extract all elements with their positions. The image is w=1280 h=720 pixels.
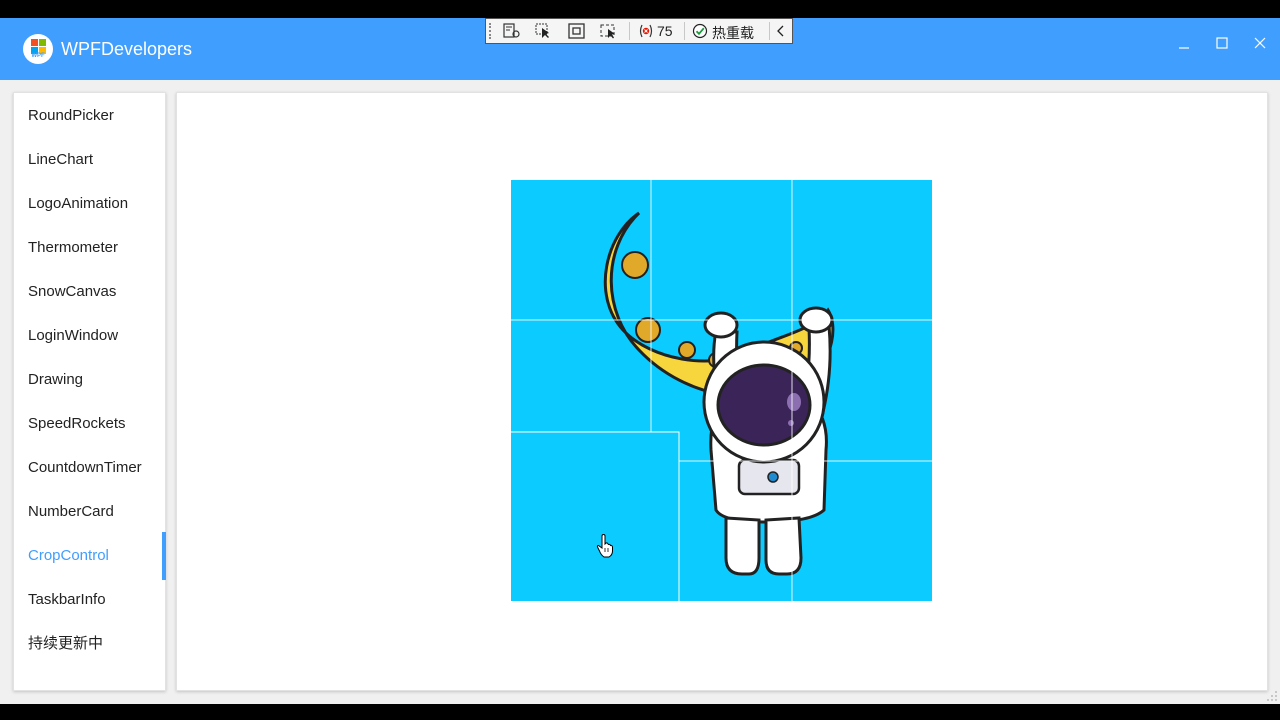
sidebar-item-label: NumberCard	[28, 503, 114, 520]
window-title: WPFDevelopers	[61, 39, 193, 59]
sidebar-item-taskbarinfo[interactable]: TaskbarInfo	[14, 580, 165, 620]
astronaut-leg	[764, 516, 803, 576]
sidebar-item-roundpicker[interactable]: RoundPicker	[14, 96, 165, 136]
close-button[interactable]	[1245, 32, 1275, 60]
hot-reload-check-icon	[692, 23, 708, 39]
close-icon	[1254, 37, 1266, 49]
sidebar-item-drawing[interactable]: Drawing	[14, 360, 165, 400]
control-light	[767, 471, 779, 483]
sidebar-item-label: SnowCanvas	[28, 283, 117, 300]
sidebar-item-label: SpeedRockets	[28, 415, 126, 432]
dragging-puzzle-tile[interactable]	[511, 431, 680, 601]
live-visual-tree-icon[interactable]	[503, 23, 521, 39]
sidebar-item-countdowntimer[interactable]: CountdownTimer	[14, 448, 165, 488]
binding-failure-count: 75	[657, 23, 673, 39]
content-panel	[176, 92, 1268, 691]
chevron-left-icon[interactable]	[775, 23, 787, 39]
visor-shine	[788, 420, 794, 426]
maximize-button[interactable]	[1207, 32, 1237, 60]
moon-crater	[678, 341, 696, 359]
app-window: WPF WPFDevelopers 75 热重载 RoundPicker Lin…	[0, 18, 1280, 704]
resize-grip-icon[interactable]	[1266, 690, 1278, 702]
sidebar-item-label: RoundPicker	[28, 107, 114, 124]
sidebar-item-thermometer[interactable]: Thermometer	[14, 228, 165, 268]
track-focus-icon[interactable]	[600, 23, 618, 39]
binding-failures-icon[interactable]	[638, 23, 654, 39]
sidebar-item-label: Thermometer	[28, 239, 119, 256]
sidebar-item-label: Drawing	[28, 371, 84, 388]
astronaut-glove	[703, 311, 739, 339]
wpf-logo-icon: WPF	[23, 34, 53, 64]
sidebar-item-numbercard[interactable]: NumberCard	[14, 492, 165, 532]
hand-cursor-icon	[596, 534, 613, 558]
moon-crater	[635, 317, 661, 343]
sidebar-item-label: LogoAnimation	[28, 195, 129, 212]
sidebar-item-label: TaskbarInfo	[28, 591, 106, 608]
sidebar-nav: RoundPicker LineChart LogoAnimation Thermom…	[13, 92, 166, 691]
astronaut-leg	[724, 516, 761, 576]
display-adorners-icon[interactable]	[568, 23, 586, 39]
sidebar-item-logoanimation[interactable]: LogoAnimation	[14, 184, 165, 224]
logo-text: WPF	[31, 53, 45, 59]
sidebar-item-label: 持续更新中	[28, 635, 104, 652]
sidebar-item-label: LineChart	[28, 151, 94, 168]
hot-reload-label[interactable]: 热重载	[712, 23, 754, 43]
sidebar-item-label: LoginWindow	[28, 327, 119, 344]
select-element-icon[interactable]	[535, 23, 553, 39]
title-bar[interactable]: WPF WPFDevelopers 75 热重载	[0, 18, 1280, 80]
visor-shine	[787, 393, 801, 411]
sidebar-item-label: CropControl	[28, 547, 109, 564]
maximize-icon	[1216, 37, 1228, 49]
minimize-icon	[1179, 47, 1189, 49]
sidebar-item-cropcontrol[interactable]: CropControl	[14, 532, 166, 580]
sidebar-item-label: CountdownTimer	[28, 459, 142, 476]
debug-toolbar: 75 热重载	[485, 18, 793, 44]
sidebar-item-linechart[interactable]: LineChart	[14, 140, 165, 180]
sidebar-item-snowcanvas[interactable]: SnowCanvas	[14, 272, 165, 312]
active-indicator	[162, 532, 166, 580]
sidebar-item-updating[interactable]: 持续更新中	[14, 624, 165, 664]
toolbar-grip[interactable]	[489, 23, 495, 39]
puzzle-board[interactable]	[511, 180, 932, 601]
moon-crater	[621, 251, 649, 279]
minimize-button[interactable]	[1169, 32, 1199, 60]
sidebar-item-speedrockets[interactable]: SpeedRockets	[14, 404, 165, 444]
sidebar-item-loginwindow[interactable]: LoginWindow	[14, 316, 165, 356]
